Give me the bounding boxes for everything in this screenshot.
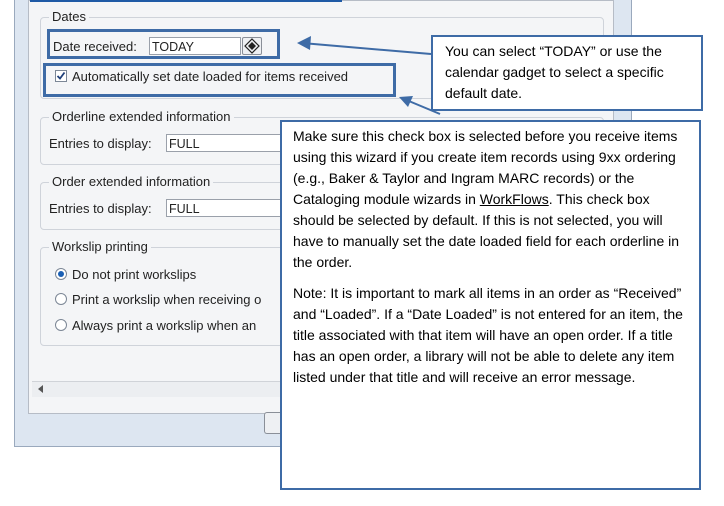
radio-always-workslip-label: Always print a workslip when an <box>72 318 257 333</box>
tab-indicator <box>30 0 342 2</box>
checkbox-callout-para1: Make sure this check box is selected bef… <box>293 128 680 270</box>
today-callout: You can select “TODAY” or use the calend… <box>431 35 703 111</box>
orderline-entries-field[interactable]: FULL <box>166 134 282 152</box>
dates-group-title: Dates <box>49 9 89 24</box>
radio-workslip-when-receiving[interactable] <box>55 293 67 305</box>
checkbox-callout-para2: Note: It is important to mark all items … <box>293 285 683 385</box>
orderline-ext-title: Orderline extended information <box>49 109 234 124</box>
scroll-left-icon[interactable] <box>35 382 47 396</box>
radio-no-workslips-label: Do not print workslips <box>72 267 197 282</box>
radio-workslip-when-receiving-label: Print a workslip when receiving o <box>72 292 262 307</box>
radio-no-workslips[interactable] <box>55 268 67 280</box>
today-callout-text: You can select “TODAY” or use the calend… <box>445 43 664 101</box>
order-entries-field[interactable]: FULL <box>166 199 282 217</box>
auto-date-highlight <box>43 63 396 97</box>
workflows-term: WorkFlows <box>479 191 549 207</box>
order-entries-label: Entries to display: <box>49 201 152 216</box>
checkbox-callout: Make sure this check box is selected bef… <box>280 120 701 490</box>
orderline-entries-label: Entries to display: <box>49 136 152 151</box>
order-ext-title: Order extended information <box>49 174 214 189</box>
radio-always-workslip[interactable] <box>55 319 67 331</box>
workslip-title: Workslip printing <box>49 239 151 254</box>
date-received-highlight <box>47 29 280 59</box>
